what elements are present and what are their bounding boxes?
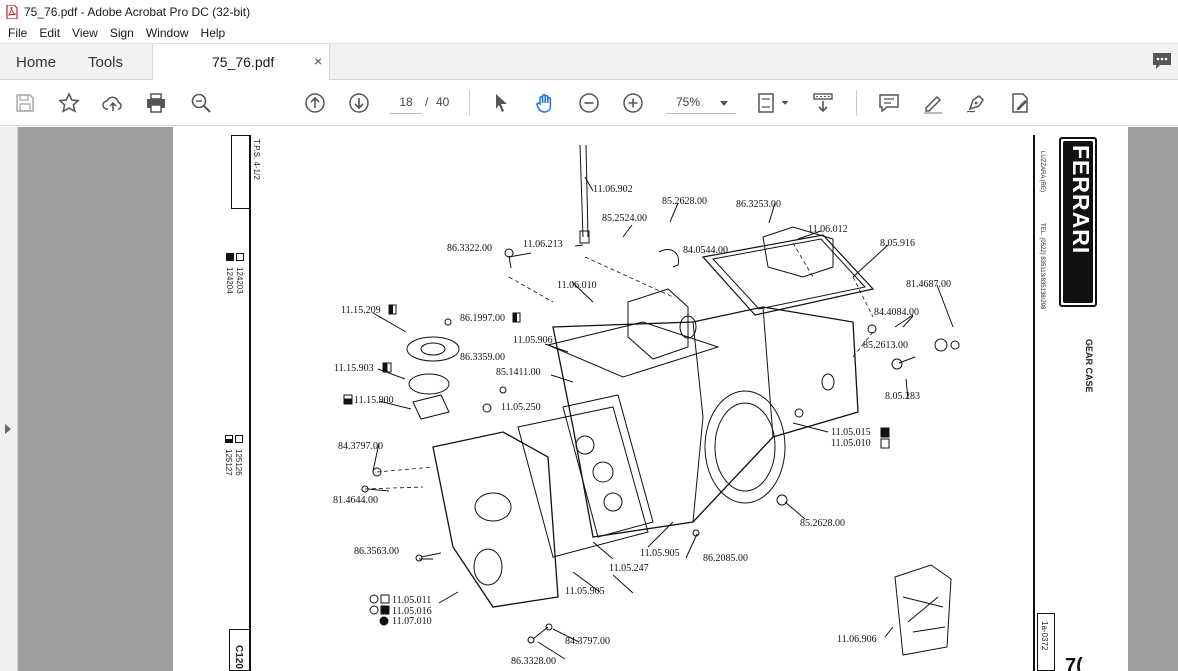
- part-label: 11.05.247: [609, 563, 649, 574]
- sign-pen-icon[interactable]: [965, 92, 987, 114]
- part-label: 86.3322.00: [447, 243, 492, 254]
- part-label: 85.2524.00: [602, 213, 647, 224]
- part-label: 85.2613.00: [863, 340, 908, 351]
- comment-panel-icon[interactable]: [1152, 52, 1172, 70]
- previous-page-icon[interactable]: [304, 92, 326, 114]
- menu-window[interactable]: Window: [140, 26, 195, 40]
- gear-case-exploded-diagram: [343, 144, 960, 660]
- zoom-level-dropdown[interactable]: 75%: [666, 91, 736, 114]
- zoom-in-icon[interactable]: [622, 92, 644, 114]
- part-label: 86.3328.00: [511, 656, 556, 667]
- part-label: 11.05.905: [640, 548, 680, 559]
- upload-cloud-icon[interactable]: [102, 92, 124, 114]
- close-tab-button[interactable]: ×: [314, 53, 322, 69]
- zoom-search-icon[interactable]: [190, 92, 212, 114]
- part-label: 11.05.010: [831, 438, 871, 449]
- part-label: 11.06.010: [557, 280, 597, 291]
- menu-help[interactable]: Help: [195, 26, 232, 40]
- document-tab-label: 75_76.pdf: [212, 54, 275, 70]
- page-number-input[interactable]: 18: [390, 91, 422, 114]
- toolbar: 18 / 40 75%: [0, 80, 1178, 126]
- pdf-page: T.P.S. 4-1/2 124204 124203 125127 125126…: [173, 127, 1128, 671]
- part-label: 85.2628.00: [800, 518, 845, 529]
- menu-view[interactable]: View: [66, 26, 104, 40]
- part-label: 11.06.906: [837, 634, 877, 645]
- part-label: 84.3797.00: [338, 441, 383, 452]
- edit-document-icon[interactable]: [1009, 92, 1031, 114]
- hand-tool-icon[interactable]: [534, 92, 556, 114]
- part-label: 11.05.011: [392, 595, 432, 606]
- chevron-down-icon: [720, 101, 728, 106]
- part-label: 11.05.015: [831, 427, 871, 438]
- tab-home[interactable]: Home: [16, 54, 56, 71]
- left-panel-toggle[interactable]: [0, 127, 18, 671]
- part-label: 11.05.905: [565, 586, 605, 597]
- comment-icon[interactable]: [878, 92, 900, 114]
- part-label: 84.4084.00: [874, 307, 919, 318]
- part-label: 11.06.902: [593, 184, 633, 195]
- part-label: 86.3563.00: [354, 546, 399, 557]
- part-label: 84.0544.00: [683, 245, 728, 256]
- highlight-pen-icon[interactable]: [922, 92, 944, 114]
- menu-edit[interactable]: Edit: [33, 26, 66, 40]
- title-bar: 75_76.pdf - Adobe Acrobat Pro DC (32-bit…: [0, 0, 1178, 23]
- bookmark-star-icon[interactable]: [58, 92, 80, 114]
- part-label: 86.1997.00: [460, 313, 505, 324]
- page-fit-icon[interactable]: [757, 92, 791, 114]
- window-title: 75_76.pdf - Adobe Acrobat Pro DC (32-bit…: [24, 4, 251, 19]
- tab-document[interactable]: 75_76.pdf ×: [152, 44, 330, 81]
- part-label: 81.4644.00: [333, 495, 378, 506]
- zoom-level-value: 75%: [676, 95, 701, 109]
- toolbar-divider: [856, 90, 857, 116]
- page-separator: /: [425, 95, 429, 109]
- part-label: 86.2085.00: [703, 553, 748, 564]
- print-icon[interactable]: [145, 92, 167, 114]
- save-icon[interactable]: [14, 92, 36, 114]
- part-label: 8.05.916: [880, 238, 915, 249]
- next-page-icon[interactable]: [348, 92, 370, 114]
- zoom-out-icon[interactable]: [578, 92, 600, 114]
- part-label: 81.4687.00: [906, 279, 951, 290]
- part-label: 11.15.209: [341, 305, 381, 316]
- part-label: 11.05.906: [513, 335, 553, 346]
- acrobat-pdf-icon: [6, 4, 18, 19]
- part-label: 84.3797.00: [565, 636, 610, 647]
- part-label: 85.1411.00: [496, 367, 541, 378]
- menu-bar: File Edit View Sign Window Help: [0, 23, 1178, 43]
- part-label: 11.15.900: [354, 395, 394, 406]
- tab-tools[interactable]: Tools: [88, 54, 123, 71]
- part-label: 11.05.250: [501, 402, 541, 413]
- page-total: 40: [436, 95, 450, 109]
- toolbar-divider: [469, 90, 470, 116]
- part-label: 11.06.012: [808, 224, 848, 235]
- part-label: 8.05.283: [885, 391, 920, 402]
- part-label: 86.3359.00: [460, 352, 505, 363]
- expand-panel-icon: [5, 424, 11, 434]
- part-label: 11.15.903: [334, 363, 374, 374]
- part-label: 86.3253.00: [736, 199, 781, 210]
- part-label: 11.06.213: [523, 239, 563, 250]
- tab-bar: Home Tools 75_76.pdf ×: [0, 43, 1178, 81]
- part-label: 11.07.010: [392, 616, 432, 627]
- scroll-mode-icon[interactable]: [812, 92, 834, 114]
- select-cursor-icon[interactable]: [490, 92, 512, 114]
- menu-file[interactable]: File: [0, 26, 33, 40]
- menu-sign[interactable]: Sign: [104, 26, 140, 40]
- part-label: 85.2628.00: [662, 196, 707, 207]
